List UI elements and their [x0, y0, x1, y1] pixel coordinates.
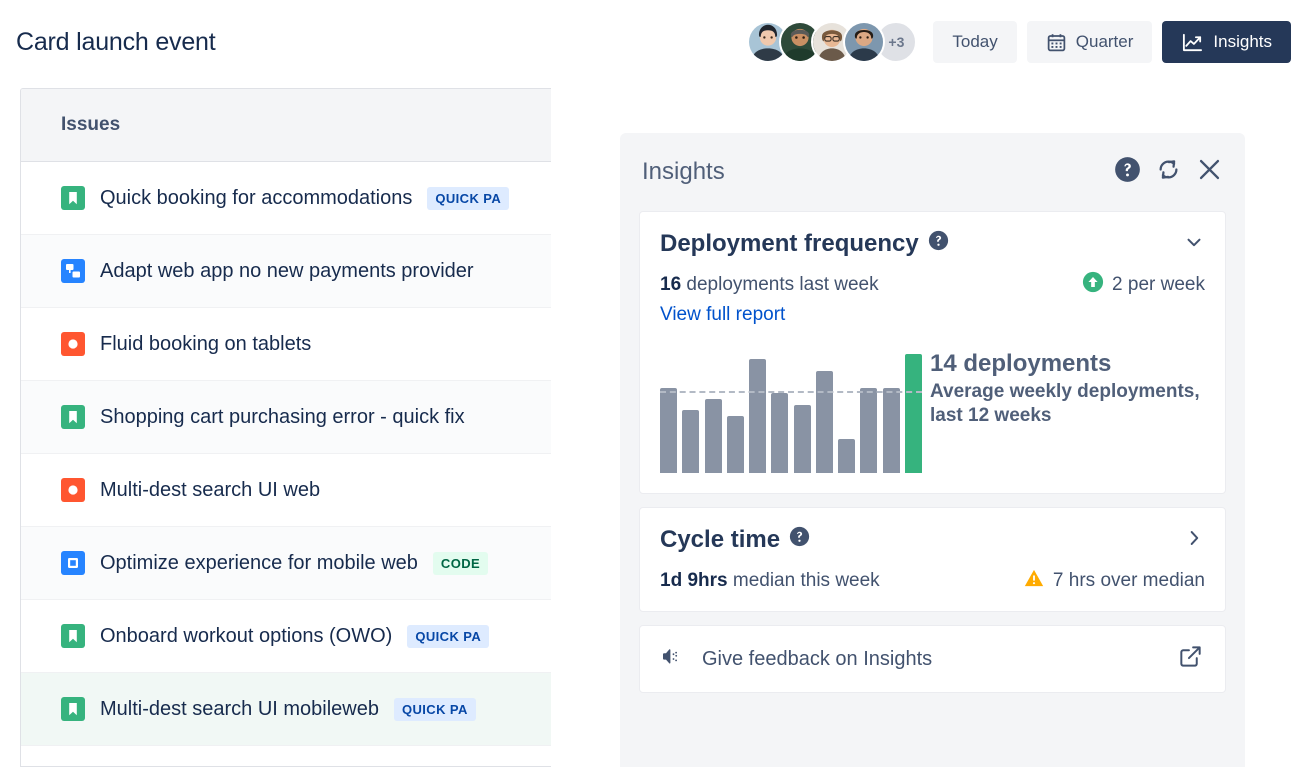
today-button[interactable]: Today — [933, 21, 1016, 63]
issue-title: Optimize experience for mobile web — [100, 552, 418, 575]
chart-bar — [905, 354, 922, 473]
cycle-time-title-row: Cycle time — [660, 526, 1205, 554]
deployment-metric: 16 deployments last week — [660, 274, 879, 296]
chart-bar — [727, 416, 744, 473]
insights-panel-actions — [1114, 156, 1223, 188]
cycle-time-title-label: Cycle time — [660, 526, 780, 554]
issues-column-header-label: Issues — [61, 114, 120, 136]
insights-button[interactable]: Insights — [1162, 21, 1291, 63]
cycle-time-card[interactable]: Cycle time 1d 9hrs median this week — [639, 507, 1226, 612]
chevron-down-icon[interactable] — [1183, 231, 1205, 258]
chart-bar — [860, 388, 877, 473]
deployment-frequency-chart: 14 deployments Average weekly deployment… — [660, 348, 1205, 477]
deployment-frequency-title: Deployment frequency — [660, 230, 949, 258]
cycle-time-title: Cycle time — [660, 526, 810, 554]
chart-summary: 14 deployments Average weekly deployment… — [930, 348, 1205, 429]
story-type-icon — [61, 405, 85, 429]
issue-title: Onboard workout options (OWO) — [100, 625, 392, 648]
insights-overlay: Insights — [551, 88, 1307, 767]
deployment-frequency-card[interactable]: Deployment frequency 16 deployments last… — [639, 211, 1226, 494]
app-root: Card launch event +3 Today — [0, 0, 1307, 767]
chevron-right-icon[interactable] — [1183, 527, 1205, 554]
insights-panel: Insights — [620, 133, 1245, 767]
calendar-icon — [1046, 32, 1067, 53]
cycle-time-warning: 7 hrs over median — [1023, 567, 1205, 595]
deployment-metric-row: 16 deployments last week 2 per week — [660, 271, 1205, 299]
chart-bar — [749, 359, 766, 473]
arrow-up-circle-icon — [1082, 271, 1104, 299]
bug-type-icon — [61, 478, 85, 502]
chart-summary-value: 14 deployments — [930, 350, 1205, 378]
give-feedback-left: Give feedback on Insights — [660, 645, 932, 674]
issue-title: Adapt web app no new payments provider — [100, 260, 474, 283]
refresh-icon[interactable] — [1155, 156, 1182, 188]
view-full-report-link[interactable]: View full report — [660, 304, 785, 326]
issue-label-badge[interactable]: CODE — [433, 552, 488, 575]
issue-title: Fluid booking on tablets — [100, 333, 311, 356]
story-type-icon — [61, 186, 85, 210]
give-feedback-row[interactable]: Give feedback on Insights — [639, 625, 1226, 693]
cycle-time-metric: 1d 9hrs median this week — [660, 570, 880, 592]
subtask-type-icon — [61, 259, 85, 283]
avatar-group[interactable]: +3 — [747, 21, 917, 63]
insights-button-label: Insights — [1213, 32, 1272, 52]
deployment-frequency-title-row: Deployment frequency — [660, 230, 1205, 258]
deployment-metric-value: 16 — [660, 274, 681, 295]
chart-summary-description: Average weekly deployments, last 12 week… — [930, 380, 1205, 429]
page-title: Card launch event — [16, 28, 216, 57]
story-type-icon — [61, 624, 85, 648]
chart-average-line — [660, 391, 922, 393]
top-bar: Card launch event +3 Today — [0, 0, 1307, 88]
help-icon[interactable] — [1114, 156, 1141, 188]
issue-label-badge[interactable]: QUICK PA — [427, 187, 509, 210]
chart-bar — [816, 371, 833, 473]
give-feedback-label: Give feedback on Insights — [702, 648, 932, 671]
issue-label-badge[interactable]: QUICK PA — [407, 625, 489, 648]
cycle-time-metric-value: 1d 9hrs — [660, 570, 728, 591]
deployment-frequency-title-label: Deployment frequency — [660, 230, 919, 258]
chart-bar — [682, 410, 699, 473]
cycle-time-warning-label: 7 hrs over median — [1053, 570, 1205, 592]
chart-bar — [705, 399, 722, 473]
quarter-button[interactable]: Quarter — [1027, 21, 1153, 63]
issue-title: Quick booking for accommodations — [100, 187, 412, 210]
cycle-time-metric-row: 1d 9hrs median this week 7 hrs over medi… — [660, 567, 1205, 595]
insights-trend-icon — [1181, 31, 1204, 54]
megaphone-icon — [660, 645, 684, 674]
chart-bar — [794, 405, 811, 473]
issue-label-badge[interactable]: QUICK PA — [394, 698, 476, 721]
quarter-button-label: Quarter — [1076, 32, 1134, 52]
chart-plot — [660, 348, 922, 473]
top-bar-actions: +3 Today — [747, 21, 1291, 63]
issue-title: Shopping cart purchasing error - quick f… — [100, 406, 465, 429]
deployment-metric-label: deployments last week — [681, 274, 879, 295]
cycle-time-metric-label: median this week — [728, 570, 880, 591]
avatar[interactable] — [843, 21, 885, 63]
help-icon[interactable] — [789, 526, 810, 554]
today-button-label: Today — [952, 32, 997, 52]
external-link-icon[interactable] — [1178, 644, 1203, 674]
insights-panel-header: Insights — [620, 133, 1245, 211]
deployment-delta: 2 per week — [1082, 271, 1205, 299]
insights-panel-title: Insights — [642, 158, 725, 186]
bug-type-icon — [61, 332, 85, 356]
deployment-delta-label: 2 per week — [1112, 274, 1205, 296]
task-type-icon — [61, 551, 85, 575]
chart-bars — [660, 348, 922, 473]
issue-title: Multi-dest search UI web — [100, 479, 320, 502]
help-icon[interactable] — [928, 230, 949, 258]
chart-bar — [771, 393, 788, 473]
warning-triangle-icon — [1023, 567, 1045, 595]
chart-bar — [883, 388, 900, 473]
story-type-icon — [61, 697, 85, 721]
chart-bar — [660, 388, 677, 473]
issue-title: Multi-dest search UI mobileweb — [100, 698, 379, 721]
close-icon[interactable] — [1196, 156, 1223, 188]
chart-bar — [838, 439, 855, 473]
